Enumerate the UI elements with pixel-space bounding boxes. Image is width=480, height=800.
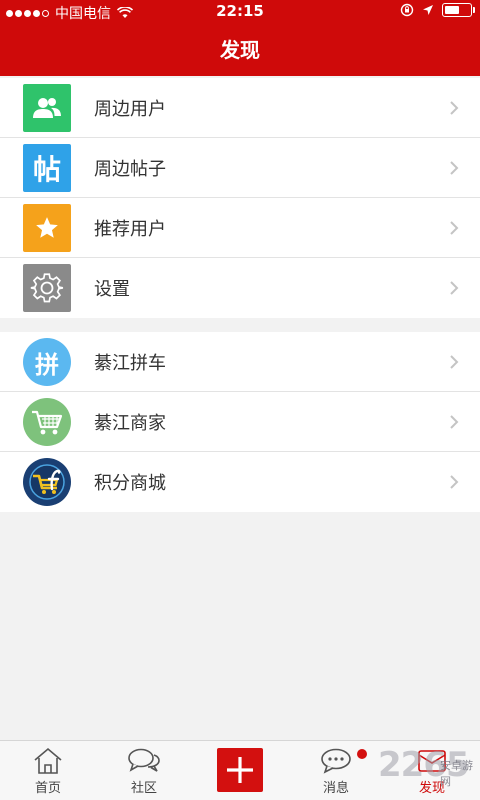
create-post-button[interactable] bbox=[217, 748, 263, 792]
menu-item-settings[interactable]: 设置 bbox=[0, 258, 480, 318]
tab-label: 消息 bbox=[322, 781, 349, 796]
watermark-text: 安卓游网 bbox=[440, 759, 473, 788]
location-arrow-icon bbox=[423, 5, 433, 15]
menu-group-primary: 周边用户 帖 周边帖子 推荐用户 设置 bbox=[0, 78, 480, 318]
menu-item-label: 推荐用户 bbox=[94, 218, 166, 240]
gear-icon bbox=[23, 264, 71, 312]
tab-messages[interactable]: 消息 bbox=[288, 741, 384, 800]
chevron-right-icon bbox=[450, 355, 459, 369]
menu-item-points-mall[interactable]: 积分商城 bbox=[0, 452, 480, 512]
chevron-right-icon bbox=[450, 475, 459, 489]
plus-icon bbox=[227, 757, 253, 783]
menu-group-services: 拼 綦江拼车 綦江商家 积分商城 bbox=[0, 332, 480, 512]
orientation-lock-icon bbox=[400, 3, 414, 17]
users-icon bbox=[23, 84, 71, 132]
chat-bubbles-icon bbox=[128, 748, 160, 772]
menu-item-qijiang-merchants[interactable]: 綦江商家 bbox=[0, 392, 480, 452]
menu-item-label: 周边用户 bbox=[94, 98, 166, 120]
menu-item-label: 綦江拼车 bbox=[94, 352, 166, 374]
page-title: 发现 bbox=[0, 24, 480, 76]
tab-community[interactable]: 社区 bbox=[96, 741, 192, 800]
menu-item-label: 綦江商家 bbox=[94, 412, 166, 434]
menu-item-qijiang-carpool[interactable]: 拼 綦江拼车 bbox=[0, 332, 480, 392]
tab-label: 首页 bbox=[34, 781, 61, 796]
message-bubble-icon bbox=[321, 748, 351, 774]
menu-item-recommended-users[interactable]: 推荐用户 bbox=[0, 198, 480, 258]
chevron-right-icon bbox=[450, 101, 459, 115]
menu-item-label: 周边帖子 bbox=[94, 158, 166, 180]
menu-item-nearby-users[interactable]: 周边用户 bbox=[0, 78, 480, 138]
menu-item-label: 积分商城 bbox=[94, 473, 166, 494]
menu-item-nearby-posts[interactable]: 帖 周边帖子 bbox=[0, 138, 480, 198]
shopping-cart-icon bbox=[23, 398, 71, 446]
home-icon bbox=[34, 747, 62, 774]
chevron-right-icon bbox=[450, 281, 459, 295]
chevron-right-icon bbox=[450, 161, 459, 175]
chevron-right-icon bbox=[450, 221, 459, 235]
tab-label: 社区 bbox=[130, 781, 157, 796]
chevron-right-icon bbox=[450, 415, 459, 429]
status-bar: 中国电信 22:15 bbox=[0, 0, 480, 24]
menu-item-label: 设置 bbox=[94, 279, 130, 300]
battery-icon bbox=[442, 3, 475, 17]
tab-home[interactable]: 首页 bbox=[0, 741, 96, 800]
status-right bbox=[400, 3, 475, 17]
unread-badge bbox=[357, 749, 367, 759]
star-icon bbox=[23, 204, 71, 252]
points-mall-icon bbox=[23, 458, 71, 506]
tie-char-icon: 帖 bbox=[23, 144, 71, 192]
pin-char-icon: 拼 bbox=[23, 338, 71, 386]
